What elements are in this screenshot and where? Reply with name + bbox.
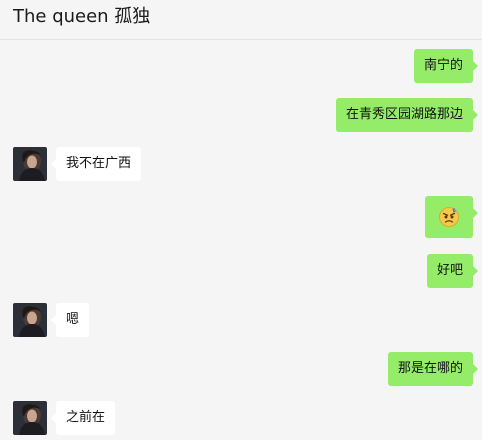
contact-avatar-icon[interactable] (13, 147, 47, 181)
chat-title: The queen 孤独 (13, 6, 151, 27)
contact-avatar-icon[interactable] (13, 303, 47, 337)
sent-message-bubble[interactable]: 那是在哪的 (387, 352, 479, 386)
received-message-bubble[interactable]: 之前在 (50, 401, 116, 435)
received-message-bubble[interactable]: 我不在广西 (50, 147, 142, 181)
sent-message-bubble[interactable]: 好吧 (426, 254, 479, 288)
contact-avatar-icon[interactable] (13, 401, 47, 435)
sent-emoji-bubble[interactable] (425, 196, 478, 238)
sent-message-bubble[interactable]: 在青秀区园湖路那边 (335, 98, 479, 132)
received-message-bubble[interactable]: 嗯 (50, 303, 90, 337)
message-list[interactable]: 南宁的 在青秀区园湖路那边 我不在广西 好吧 嗯 那是在哪的 之前在 (0, 40, 482, 440)
sent-message-bubble[interactable]: 南宁的 (413, 49, 479, 83)
angry-face-emoji-icon (439, 207, 459, 227)
chat-header: The queen 孤独 (0, 0, 482, 40)
